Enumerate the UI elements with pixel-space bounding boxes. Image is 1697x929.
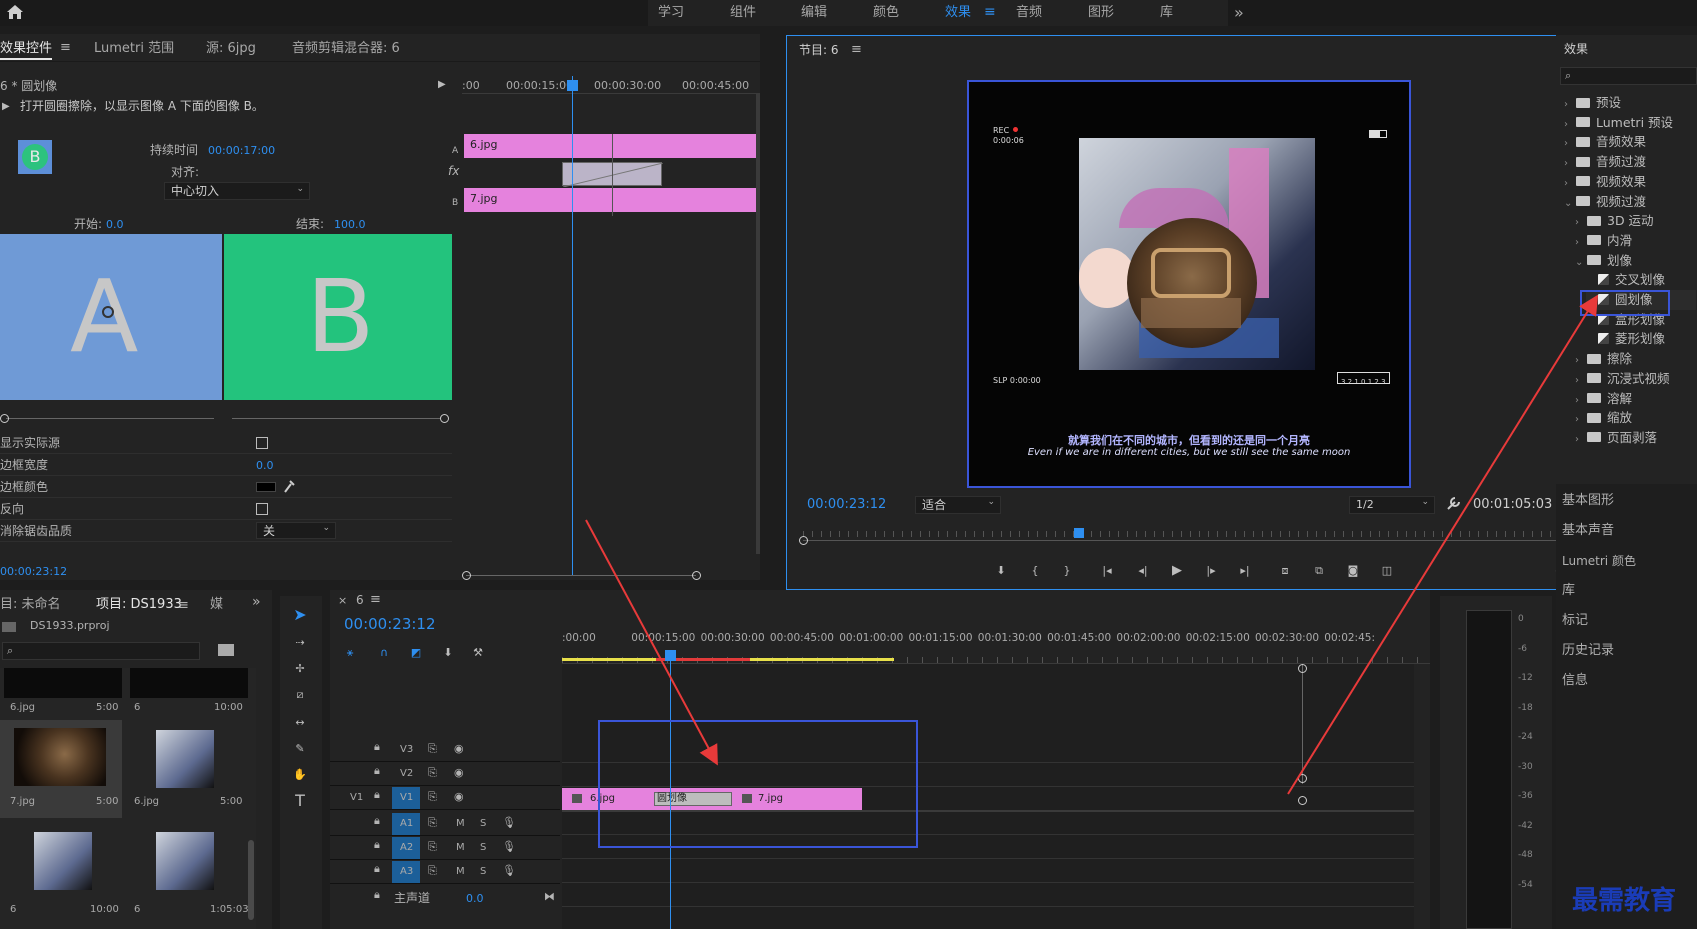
annotation-arrows [585, 294, 1599, 795]
watermark: 最需教育 [1572, 886, 1677, 916]
